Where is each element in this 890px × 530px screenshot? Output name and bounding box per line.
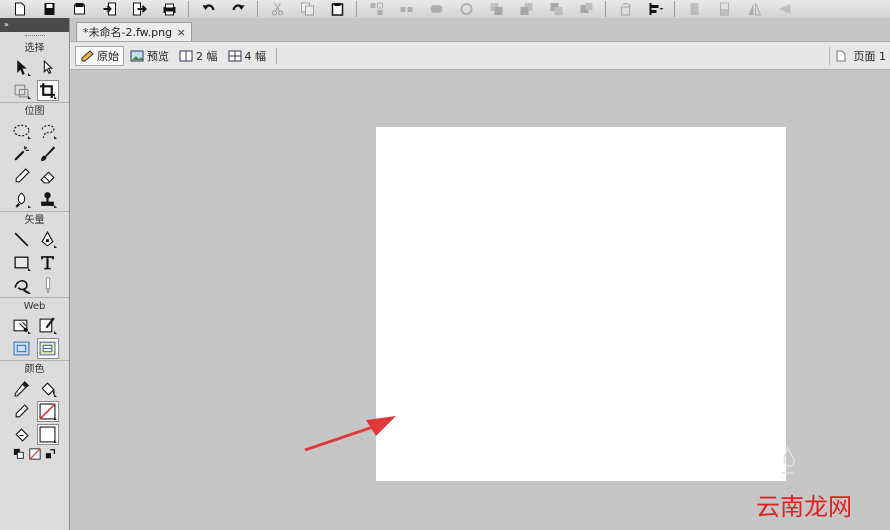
view-4up-label: 4 幅: [244, 49, 267, 63]
eyedropper-tool-icon[interactable]: [11, 378, 33, 399]
cut-icon[interactable]: [266, 1, 288, 17]
section-label-web: Web: [0, 297, 69, 314]
rectangle-tool-icon[interactable]: [11, 252, 33, 273]
view-4up-button[interactable]: 4 幅: [224, 46, 271, 66]
pointer-tool-icon[interactable]: [11, 57, 33, 78]
document-tab-bar: *未命名-2.fw.png ×: [70, 18, 890, 42]
section-label-colors: 颜色: [0, 360, 69, 377]
main-toolbar: [0, 0, 890, 19]
rubber-stamp-tool-icon[interactable]: [37, 189, 59, 210]
union-icon[interactable]: [425, 1, 447, 17]
knife-tool-icon[interactable]: [37, 275, 59, 296]
open-icon[interactable]: [68, 1, 90, 17]
eraser-tool-icon[interactable]: [37, 166, 59, 187]
toolbar-separator: [356, 1, 357, 17]
undo-icon[interactable]: [197, 1, 219, 17]
brush-tool-icon[interactable]: [37, 143, 59, 164]
watermark-text: 云南龙网: [756, 493, 852, 521]
pencil-icon: [81, 49, 94, 61]
swap-colors-icon[interactable]: [44, 447, 58, 461]
pencil-tool-icon[interactable]: [11, 166, 33, 187]
slice-tool-icon[interactable]: [37, 315, 59, 336]
toolbar-separator: [188, 1, 189, 17]
import-icon[interactable]: [98, 1, 120, 17]
send-back-icon[interactable]: [575, 1, 597, 17]
bring-front-icon[interactable]: [485, 1, 507, 17]
watermark-logo-icon: [781, 446, 795, 474]
text-tool-icon[interactable]: [37, 252, 59, 273]
view-2up-button[interactable]: 2 幅: [175, 46, 222, 66]
crop-tool-icon[interactable]: [36, 80, 59, 101]
show-slices-icon[interactable]: [36, 338, 59, 359]
toolbar-separator: [674, 1, 675, 17]
page-icon: [836, 50, 845, 61]
line-tool-icon[interactable]: [11, 229, 33, 250]
copy-icon[interactable]: [296, 1, 318, 17]
freeform-tool-icon[interactable]: [11, 275, 33, 296]
stroke-color-pencil-icon: [11, 401, 33, 422]
tools-panel-header[interactable]: »: [0, 18, 69, 32]
ungroup-icon[interactable]: [395, 1, 417, 17]
align-menu-icon[interactable]: [644, 1, 666, 17]
flip-horizontal-icon[interactable]: [683, 1, 705, 17]
hide-slices-icon[interactable]: [11, 338, 33, 359]
view-preview-label: 预览: [147, 49, 169, 63]
stroke-color-swatch[interactable]: [36, 401, 59, 422]
send-backward-icon[interactable]: [545, 1, 567, 17]
section-label-bitmap: 位图: [0, 102, 69, 119]
view-2up-label: 2 幅: [196, 49, 218, 63]
view-bar-separator: [276, 47, 277, 64]
annotation-arrow-icon: [304, 416, 396, 452]
view-original-button[interactable]: 原始: [75, 45, 124, 66]
document-tab-title: *未命名-2.fw.png: [83, 26, 173, 39]
tools-panel: » 选择 位图 矢量 Web 颜色: [0, 18, 70, 530]
paint-bucket-tool-icon[interactable]: [37, 378, 59, 399]
no-color-icon[interactable]: [28, 447, 42, 461]
scale-tool-icon[interactable]: [11, 80, 33, 101]
view-mode-bar: 原始 预览 2 幅 4 幅 页面 1: [70, 42, 890, 70]
redo-icon[interactable]: [227, 1, 249, 17]
default-colors-icon[interactable]: [12, 447, 26, 461]
pen-tool-icon[interactable]: [37, 229, 59, 250]
save-icon[interactable]: [38, 1, 60, 17]
lasso-tool-icon[interactable]: [37, 120, 59, 141]
toolbar-separator: [257, 1, 258, 17]
subselection-tool-icon[interactable]: [37, 57, 59, 78]
marquee-tool-icon[interactable]: [11, 120, 33, 141]
group-icon[interactable]: [365, 1, 387, 17]
paste-icon[interactable]: [326, 1, 348, 17]
new-file-icon[interactable]: [8, 1, 30, 17]
export-icon[interactable]: [128, 1, 150, 17]
toolbar-separator: [605, 1, 606, 17]
document-tab[interactable]: *未命名-2.fw.png ×: [76, 22, 192, 41]
page-selector[interactable]: 页面 1: [828, 46, 890, 65]
fill-color-swatch[interactable]: [36, 424, 59, 445]
close-icon[interactable]: ×: [177, 26, 186, 39]
tools-panel-grip[interactable]: [0, 32, 69, 40]
view-original-label: 原始: [97, 49, 119, 63]
view-preview-button[interactable]: 预览: [126, 46, 173, 66]
workspace[interactable]: [70, 70, 890, 530]
section-label-vector: 矢量: [0, 211, 69, 228]
image-preview-icon: [130, 50, 144, 61]
fill-color-bucket-icon: [11, 424, 33, 445]
magic-wand-tool-icon[interactable]: [11, 143, 33, 164]
section-label-select: 选择: [24, 43, 45, 54]
two-up-icon: [179, 50, 193, 61]
bring-forward-icon[interactable]: [515, 1, 537, 17]
mirror-icon[interactable]: [743, 1, 765, 17]
subtract-icon[interactable]: [455, 1, 477, 17]
skew-icon[interactable]: [773, 1, 795, 17]
four-up-icon: [228, 50, 241, 61]
document-canvas[interactable]: [376, 127, 786, 481]
hotspot-tool-icon[interactable]: [11, 315, 33, 336]
page-label: 页面 1: [853, 49, 887, 63]
blur-tool-icon[interactable]: [11, 189, 33, 210]
print-icon[interactable]: [158, 1, 180, 17]
rotate-icon[interactable]: [614, 1, 636, 17]
flip-vertical-icon[interactable]: [713, 1, 735, 17]
